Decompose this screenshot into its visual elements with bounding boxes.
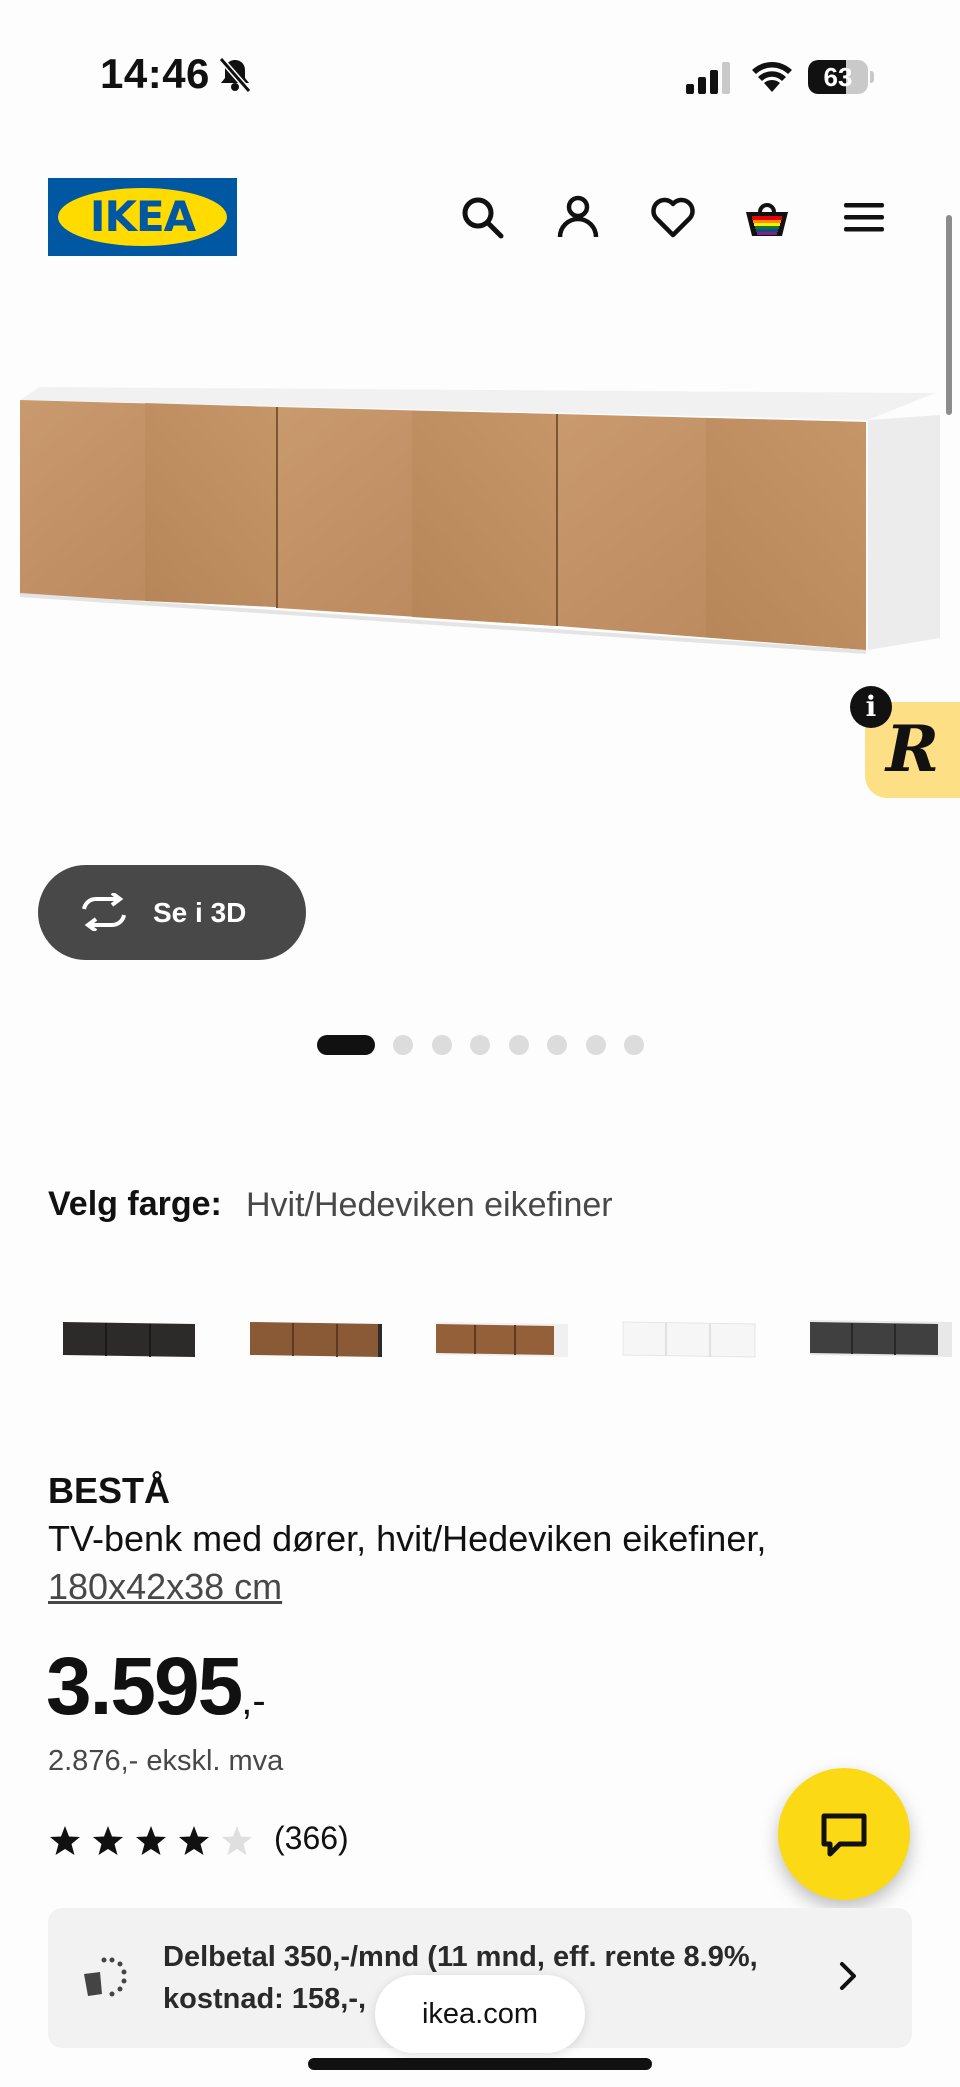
color-value: Hvit/Hedeviken eikefiner xyxy=(246,1186,613,1224)
color-swatch-walnut-black[interactable] xyxy=(242,1300,392,1390)
chevron-right-icon xyxy=(840,1962,856,1990)
view-3d-button[interactable]: Se i 3D xyxy=(38,865,306,960)
account-icon[interactable] xyxy=(555,194,601,240)
view-3d-label: Se i 3D xyxy=(153,897,247,928)
home-indicator[interactable] xyxy=(308,2058,652,2070)
product-image[interactable] xyxy=(0,370,960,670)
product-description-block: TV-benk med dører, hvit/Hedeviken eikefi… xyxy=(48,1515,908,1611)
product-brand: BESTÅ xyxy=(48,1470,171,1511)
pagination-dot[interactable] xyxy=(508,1035,529,1055)
star-filled-icon xyxy=(50,1826,80,1855)
battery-level: 63 xyxy=(823,62,853,92)
browser-url-bar[interactable]: ikea.com xyxy=(375,1975,585,2053)
price-main: 3.595 xyxy=(46,1641,243,1732)
price-suffix: ,- xyxy=(241,1679,266,1723)
star-filled-icon xyxy=(179,1826,209,1855)
product-size-link[interactable]: 180x42x38 cm xyxy=(48,1566,282,1607)
star-empty-icon xyxy=(222,1826,252,1855)
star-filled-icon xyxy=(136,1826,166,1855)
pagination-dot[interactable] xyxy=(393,1035,413,1055)
chat-button[interactable] xyxy=(778,1768,910,1900)
color-swatch-black-brown[interactable] xyxy=(55,1300,205,1390)
cellular-signal-icon xyxy=(686,62,730,94)
info-icon[interactable]: i xyxy=(850,686,892,728)
pagination-dot[interactable] xyxy=(585,1035,606,1055)
pagination-dot[interactable] xyxy=(431,1035,452,1055)
rating-count[interactable]: (366) xyxy=(274,1820,349,1857)
product-description: TV-benk med dører, hvit/Hedeviken eikefi… xyxy=(48,1518,767,1559)
financing-line-1: Delbetal 350,-/mnd (11 mnd, eff. rente 8… xyxy=(163,1941,758,1973)
pagination-dot[interactable] xyxy=(470,1035,490,1055)
status-time: 14:46 xyxy=(100,50,210,97)
star-filled-icon xyxy=(93,1826,123,1855)
battery-indicator: 63 xyxy=(808,60,874,94)
search-icon[interactable] xyxy=(459,194,505,240)
menu-icon[interactable] xyxy=(841,194,887,240)
pagination-dot[interactable] xyxy=(624,1035,644,1055)
ikea-logo[interactable]: IKEA xyxy=(48,178,237,256)
cart-icon[interactable] xyxy=(744,194,790,240)
status-bar: 14:46 63 xyxy=(0,0,960,150)
pagination-dot[interactable] xyxy=(547,1035,567,1055)
heart-icon[interactable] xyxy=(650,194,696,240)
rotate-3d-icon xyxy=(82,893,126,931)
logo-text: IKEA xyxy=(89,192,196,241)
product-price: 3.595,- xyxy=(46,1640,266,1734)
payment-icon xyxy=(84,1957,127,1997)
color-swatch-walnut-white[interactable] xyxy=(428,1300,578,1390)
chat-bubble-icon xyxy=(821,1813,867,1857)
color-swatch-white[interactable] xyxy=(615,1300,765,1390)
bell-slash-icon xyxy=(218,57,252,93)
wifi-icon xyxy=(752,62,792,92)
price-ex-vat: 2.876,- ekskl. mva xyxy=(48,1745,284,1777)
color-label: Velg farge: xyxy=(48,1185,222,1223)
pagination-dot-active[interactable] xyxy=(317,1035,375,1055)
color-swatch-dark-grey[interactable] xyxy=(802,1300,952,1390)
